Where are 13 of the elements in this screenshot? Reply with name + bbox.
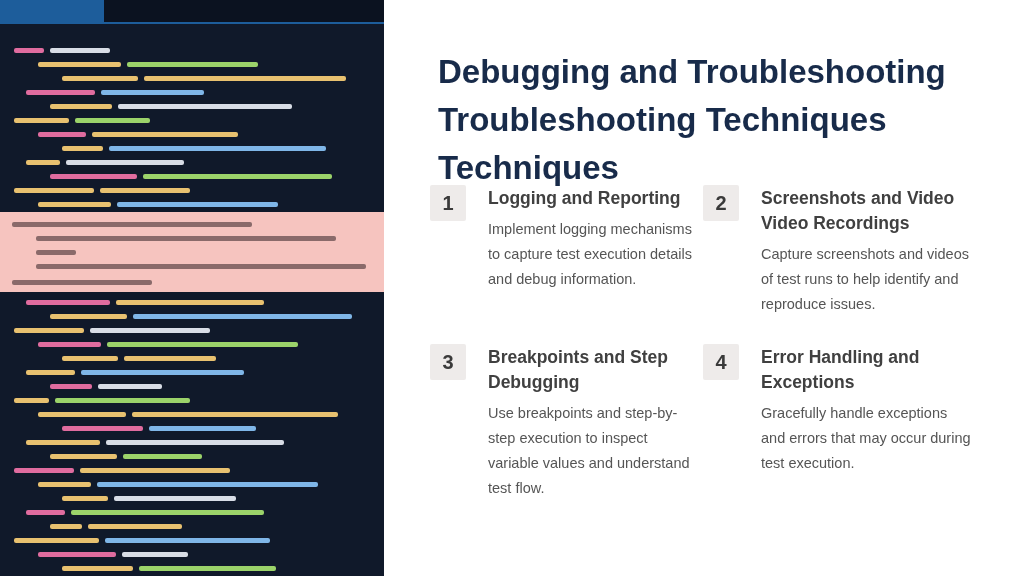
number-badge: 3 — [430, 344, 466, 380]
item-description: Capture screenshots and videos of test runs to help identify and reproduce issues. — [761, 245, 970, 314]
number-badge: 2 — [703, 185, 739, 221]
item-description: Gracefully handle exceptions and errors that may occur during test execution. — [761, 404, 972, 473]
number-badge: 1 — [430, 185, 466, 221]
number-badge: 4 — [703, 344, 739, 380]
item-heading: Logging and Reporting — [488, 187, 682, 210]
item-heading: Error Handling and Exceptions — [761, 346, 921, 394]
item-heading: Breakpoints and Step Debugging — [488, 346, 669, 394]
item-heading: Screenshots and Video Video Recordings — [761, 187, 956, 235]
item-description: Use breakpoints and step-by-step execution to inspect variable values and understand test flow. — [488, 404, 691, 498]
slide-title: Debugging and Troubleshooting Troubleshooting Techniques Techniques — [438, 52, 947, 186]
item-description: Implement logging mechanisms to capture test execution details and debug information. — [488, 220, 693, 289]
